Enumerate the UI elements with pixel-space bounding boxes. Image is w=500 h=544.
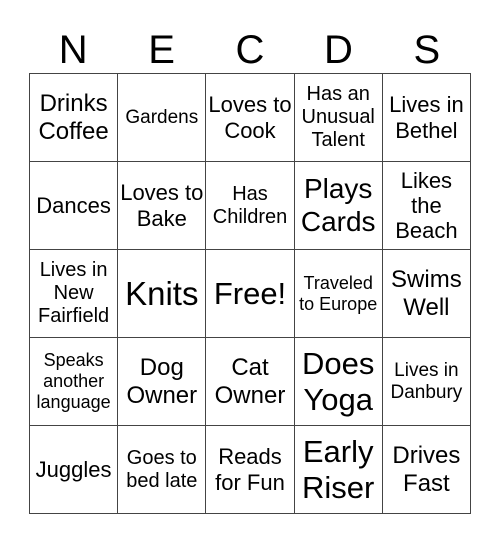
header-letter-s: S [413, 28, 441, 72]
bingo-cell[interactable]: Speaks another language [30, 338, 119, 426]
bingo-cell[interactable]: Lives in New Fairfield [30, 250, 119, 338]
bingo-cell[interactable]: Cat Owner [206, 338, 295, 426]
bingo-cell[interactable]: Traveled to Europe [294, 250, 383, 338]
bingo-cell[interactable]: Has an Unusual Talent [294, 74, 383, 162]
bingo-header: N E C D S [29, 28, 471, 73]
bingo-cell[interactable]: Lives in Danbury [382, 338, 471, 426]
bingo-grid: Drinks Coffee Gardens Loves to Cook Has … [29, 73, 471, 514]
bingo-cell[interactable]: Likes the Beach [382, 162, 471, 250]
bingo-cell[interactable]: Gardens [118, 74, 207, 162]
bingo-cell[interactable]: Goes to bed late [118, 426, 207, 514]
free-space[interactable]: Free! [206, 250, 295, 338]
bingo-cell[interactable]: Reads for Fun [206, 426, 295, 514]
bingo-cell[interactable]: Does Yoga [294, 338, 383, 426]
bingo-cell[interactable]: Dances [30, 162, 119, 250]
bingo-cell[interactable]: Loves to Bake [118, 162, 207, 250]
header-letter-d: D [323, 28, 353, 72]
bingo-cell[interactable]: Swims Well [382, 250, 471, 338]
bingo-cell[interactable]: Loves to Cook [206, 74, 295, 162]
bingo-cell[interactable]: Juggles [30, 426, 119, 514]
bingo-cell[interactable]: Lives in Bethel [382, 74, 471, 162]
bingo-cell[interactable]: Knits [118, 250, 207, 338]
bingo-cell[interactable]: Dog Owner [118, 338, 207, 426]
header-letter-c: C [235, 28, 265, 72]
bingo-cell[interactable]: Early Riser [294, 426, 383, 514]
bingo-cell[interactable]: Has Children [206, 162, 295, 250]
header-letter-n: N [58, 28, 88, 72]
header-letter-e: E [148, 28, 175, 72]
bingo-cell[interactable]: Plays Cards [294, 162, 383, 250]
bingo-cell[interactable]: Drives Fast [382, 426, 471, 514]
bingo-cell[interactable]: Drinks Coffee [30, 74, 119, 162]
